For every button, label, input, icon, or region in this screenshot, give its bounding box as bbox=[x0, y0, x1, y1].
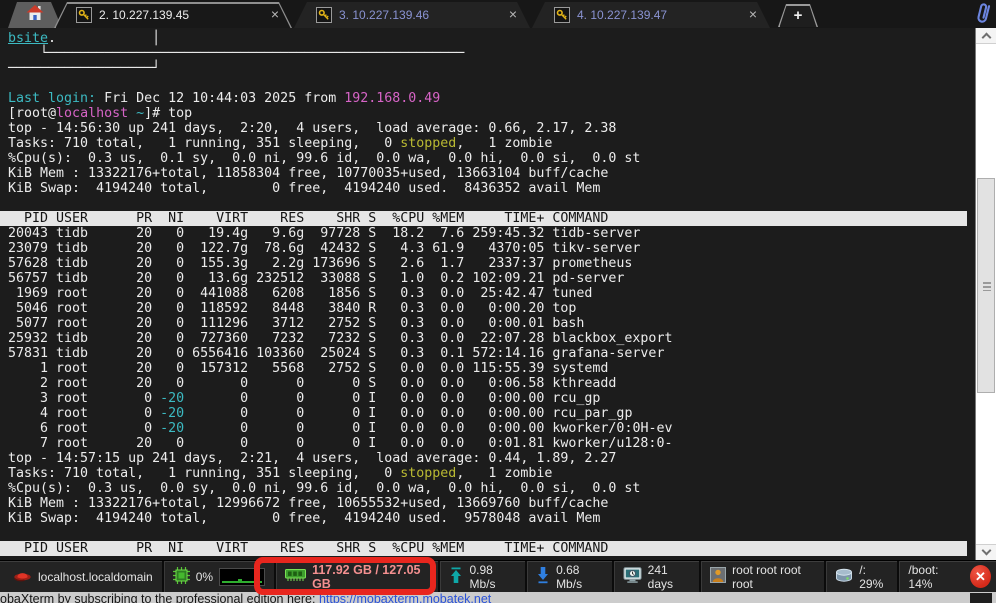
terminal-output[interactable]: bsite. │ └──────────────────────────────… bbox=[0, 28, 975, 560]
terminal-line: bsite. │ bbox=[8, 31, 975, 46]
disk-boot-text: /boot: 14% bbox=[908, 563, 961, 591]
terminal-line: KiB Mem : 13322176+total, 12996672 free,… bbox=[8, 496, 975, 511]
footer-message: obaXterm by subscribing to the professio… bbox=[0, 592, 319, 603]
terminal-line: %Cpu(s): 0.3 us, 0.1 sy, 0.0 ni, 99.6 id… bbox=[8, 151, 975, 166]
redhat-icon bbox=[13, 568, 32, 586]
ssh-key-icon bbox=[76, 7, 92, 23]
tab-label: 2. 10.227.139.45 bbox=[99, 8, 189, 22]
footer-link[interactable]: https://mobaxterm.mobatek.net bbox=[319, 592, 491, 603]
chevron-down-icon bbox=[981, 546, 991, 556]
terminal-line bbox=[8, 196, 975, 211]
exit-button[interactable]: ✕ bbox=[970, 565, 991, 588]
terminal-line: 2 root 20 0 0 0 0 S 0.0 0.0 0:06.58 kthr… bbox=[8, 376, 975, 391]
upload-speed-text: 0.98 Mb/s bbox=[469, 563, 516, 591]
terminal-line: KiB Swap: 4194240 total, 0 free, 4194240… bbox=[8, 511, 975, 526]
status-bar: localhost.localdomain 0% bbox=[0, 560, 996, 592]
hostname-text: localhost.localdomain bbox=[38, 570, 153, 584]
terminal-scrollbar[interactable] bbox=[975, 28, 996, 560]
uptime-monitor-icon bbox=[623, 567, 642, 587]
new-tab-button[interactable]: + bbox=[778, 4, 818, 27]
disk-root-status: /: 29% bbox=[824, 561, 897, 593]
terminal-line: 1969 root 20 0 441088 6208 1856 S 0.3 0.… bbox=[8, 286, 975, 301]
terminal-line: top - 14:57:15 up 241 days, 2:21, 4 user… bbox=[8, 451, 975, 466]
terminal-line: Tasks: 710 total, 1 running, 351 sleepin… bbox=[8, 136, 975, 151]
terminal-header-line: PID USER PR NI VIRT RES SHR S %CPU %MEM … bbox=[0, 211, 967, 226]
terminal-tab-2[interactable]: 3. 10.227.139.46 × bbox=[294, 2, 530, 28]
ssh-key-icon bbox=[554, 7, 570, 23]
download-status: 0.68 Mb/s bbox=[525, 561, 612, 593]
scroll-down-button[interactable] bbox=[976, 544, 996, 560]
disk-root-text: /: 29% bbox=[859, 563, 888, 591]
tab-label: 4. 10.227.139.47 bbox=[577, 8, 667, 22]
terminal-line: KiB Mem : 13322176+total, 11858304 free,… bbox=[8, 166, 975, 181]
tab-label: 3. 10.227.139.46 bbox=[339, 8, 429, 22]
terminal-line: 7 root 20 0 0 0 0 I 0.0 0.0 0:01.81 kwor… bbox=[8, 436, 975, 451]
upload-status: 0.98 Mb/s bbox=[438, 561, 525, 593]
terminal-line: 4 root 0 -20 0 0 0 I 0.0 0.0 0:00.00 rcu… bbox=[8, 406, 975, 421]
terminal-line: 20043 tidb 20 0 19.4g 9.6g 97728 S 18.2 … bbox=[8, 226, 975, 241]
terminal-line: 25932 tidb 20 0 727360 7232 7232 S 0.3 0… bbox=[8, 331, 975, 346]
footer-banner: obaXterm by subscribing to the professio… bbox=[0, 592, 996, 603]
upload-arrow-icon bbox=[449, 567, 463, 587]
terminal-line: 23079 tidb 20 0 122.7g 78.6g 42432 S 4.3… bbox=[8, 241, 975, 256]
terminal-line: 1 root 20 0 157312 5568 2752 S 0.0 0.0 1… bbox=[8, 361, 975, 376]
terminal-line: 5077 root 20 0 111296 3712 2752 S 0.3 0.… bbox=[8, 316, 975, 331]
scrollbar-grip-icon bbox=[983, 282, 991, 291]
terminal-line: 3 root 0 -20 0 0 0 I 0.0 0.0 0:00.00 rcu… bbox=[8, 391, 975, 406]
terminal-tab-3[interactable]: 4. 10.227.139.47 × bbox=[532, 2, 770, 28]
plus-icon: + bbox=[778, 4, 818, 27]
users-icon bbox=[710, 567, 726, 586]
close-x-icon: ✕ bbox=[975, 569, 986, 585]
terminal-line: ──────────────────┘ bbox=[8, 61, 975, 76]
footer-grip bbox=[970, 593, 992, 603]
cpu-chip-icon bbox=[173, 567, 190, 587]
disk-icon bbox=[835, 568, 853, 586]
terminal-tab-1[interactable]: 2. 10.227.139.45 × bbox=[54, 2, 292, 28]
terminal-line: 5046 root 20 0 118592 8448 3840 R 0.3 0.… bbox=[8, 301, 975, 316]
users-text: root root root root bbox=[732, 563, 815, 591]
scrollbar-thumb[interactable] bbox=[977, 178, 995, 393]
cpu-percent-text: 0% bbox=[196, 570, 213, 584]
terminal-line: 57628 tidb 20 0 155.3g 2.2g 173696 S 2.6… bbox=[8, 256, 975, 271]
ram-icon bbox=[285, 568, 306, 585]
cpu-graph bbox=[219, 568, 265, 586]
terminal-line: Tasks: 710 total, 1 running, 351 sleepin… bbox=[8, 466, 975, 481]
tab-close-icon[interactable]: × bbox=[509, 6, 517, 22]
ram-usage-text: 117.92 GB / 127.05 GB bbox=[312, 563, 429, 591]
terminal-line: 56757 tidb 20 0 13.6g 232512 33088 S 1.0… bbox=[8, 271, 975, 286]
chevron-up-icon bbox=[981, 33, 991, 43]
scroll-up-button[interactable] bbox=[976, 28, 996, 44]
terminal-line: %Cpu(s): 0.3 us, 0.0 sy, 0.0 ni, 99.6 id… bbox=[8, 481, 975, 496]
terminal-line: └───────────────────────────────────────… bbox=[8, 46, 975, 61]
terminal-line bbox=[8, 76, 975, 91]
uptime-text: 241 days bbox=[648, 563, 691, 591]
terminal-line: 57831 tidb 20 0 6556416 103360 25024 S 0… bbox=[8, 346, 975, 361]
ram-status: 117.92 GB / 127.05 GB bbox=[274, 561, 438, 593]
terminal-header-line: PID USER PR NI VIRT RES SHR S %CPU %MEM … bbox=[0, 541, 967, 556]
tab-close-icon[interactable]: × bbox=[749, 6, 757, 22]
mobaxterm-window: 2. 10.227.139.45 × 3. 10.227.139.46 × bbox=[0, 0, 996, 603]
tab-bar: 2. 10.227.139.45 × 3. 10.227.139.46 × bbox=[0, 0, 996, 28]
terminal-line: Last login: Fri Dec 12 10:44:03 2025 fro… bbox=[8, 91, 975, 106]
terminal-line: KiB Swap: 4194240 total, 0 free, 4194240… bbox=[8, 181, 975, 196]
terminal-line: top - 14:56:30 up 241 days, 2:20, 4 user… bbox=[8, 121, 975, 136]
tab-close-icon[interactable]: × bbox=[271, 6, 279, 22]
terminal-line: 6 root 0 -20 0 0 0 I 0.0 0.0 0:00.00 kwo… bbox=[8, 421, 975, 436]
disk-boot-status: /boot: 14% bbox=[897, 561, 970, 593]
users-status: root root root root bbox=[699, 561, 824, 593]
download-speed-text: 0.68 Mb/s bbox=[556, 563, 603, 591]
terminal-line: [root@localhost ~]# top bbox=[8, 106, 975, 121]
hostname-status: localhost.localdomain bbox=[4, 561, 162, 593]
cpu-status: 0% bbox=[162, 561, 274, 593]
ssh-key-icon bbox=[316, 7, 332, 23]
uptime-status: 241 days bbox=[612, 561, 700, 593]
download-arrow-icon bbox=[536, 567, 550, 587]
home-icon bbox=[25, 4, 45, 26]
terminal-line bbox=[8, 526, 975, 541]
